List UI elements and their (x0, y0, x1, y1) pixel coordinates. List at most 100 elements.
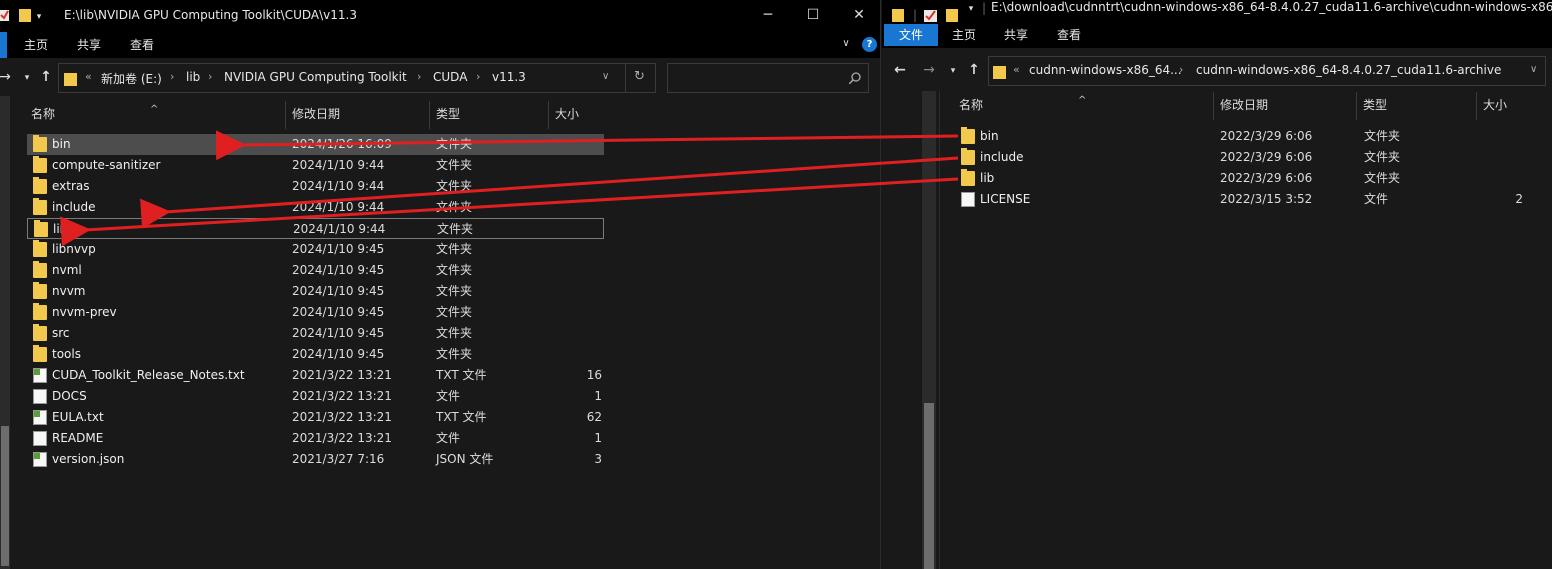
tab-view[interactable]: 查看 (117, 32, 167, 58)
file-row-version-json[interactable]: version.json 2021/3/27 7:16 JSON 文件 3 (27, 449, 604, 470)
breadcrumb-version[interactable]: v11.3 (492, 70, 526, 84)
nav-scrollbar[interactable] (0, 96, 10, 569)
file-row-nvml[interactable]: nvml 2024/1/10 9:45 文件夹 (27, 260, 604, 281)
file-row-include[interactable]: include 2022/3/29 6:06 文件夹 (953, 147, 1552, 168)
file-row-bin[interactable]: bin 2022/3/29 6:06 文件夹 (953, 126, 1552, 147)
ribbon-tabs: 文件 主页 共享 查看 (882, 24, 1552, 48)
file-row-nvvm[interactable]: nvvm 2024/1/10 9:45 文件夹 (27, 281, 604, 302)
new-folder-icon[interactable] (946, 8, 958, 23)
file-type: 文件夹 (436, 242, 473, 256)
chevron-right-icon[interactable]: › (417, 70, 421, 83)
file-row-libnvvp[interactable]: libnvvp 2024/1/10 9:45 文件夹 (27, 239, 604, 260)
file-row-eula-txt[interactable]: EULA.txt 2021/3/22 13:21 TXT 文件 62 (27, 407, 604, 428)
file-type: 文件夹 (1364, 150, 1401, 164)
breadcrumb-current[interactable]: cudnn-windows-x86_64-8.4.0.27_cuda11.6-a… (1196, 63, 1501, 77)
breadcrumb-parent[interactable]: cudnn-windows-x86_64... (1029, 63, 1182, 77)
column-type[interactable]: 类型 (1357, 92, 1477, 120)
column-date[interactable]: 修改日期 (286, 101, 430, 129)
minimize-button[interactable]: ─ (745, 0, 791, 32)
chevron-right-icon[interactable]: › (170, 70, 174, 83)
file-row-tools[interactable]: tools 2024/1/10 9:45 文件夹 (27, 344, 604, 365)
file-name: libnvvp (52, 242, 96, 256)
up-arrow-icon[interactable]: ↑ (965, 61, 983, 79)
file-type: 文件夹 (436, 305, 473, 319)
back-arrow-icon[interactable]: ← (891, 61, 909, 79)
file-icon (961, 192, 975, 207)
file-row-include[interactable]: include 2024/1/10 9:44 文件夹 (27, 197, 604, 218)
tab-view[interactable]: 查看 (1044, 24, 1094, 46)
chevron-right-icon[interactable]: › (476, 70, 480, 83)
file-type: 文件夹 (1364, 129, 1401, 143)
breadcrumb-lib[interactable]: lib (186, 70, 200, 84)
tab-file[interactable]: 文件 (884, 24, 939, 46)
address-bar[interactable]: « 新加卷 (E:) › lib › NVIDIA GPU Computing … (58, 63, 656, 93)
file-type: 文件夹 (436, 179, 473, 193)
explorer-window-cudnn: | ▾ | E:\download\cudnntrt\cudnn-windows… (882, 0, 1552, 569)
file-row-license[interactable]: LICENSE 2022/3/15 3:52 文件 2 (953, 189, 1552, 210)
file-type: 文件 (436, 389, 461, 403)
file-row-extras[interactable]: extras 2024/1/10 9:44 文件夹 (27, 176, 604, 197)
file-date: 2024/1/10 9:45 (292, 326, 385, 340)
tab-file[interactable] (0, 32, 7, 58)
close-button[interactable]: ✕ (836, 0, 880, 32)
file-type: 文件夹 (436, 137, 473, 151)
breadcrumb-nvidia[interactable]: NVIDIA GPU Computing Toolkit (224, 70, 407, 84)
file-row-cuda-toolkit-release-notes-txt[interactable]: CUDA_Toolkit_Release_Notes.txt 2021/3/22 … (27, 365, 604, 386)
address-dropdown-icon[interactable]: ∨ (1530, 64, 1537, 75)
forward-arrow-icon[interactable]: → (0, 68, 14, 86)
properties-icon[interactable] (924, 8, 937, 23)
file-row-src[interactable]: src 2024/1/10 9:45 文件夹 (27, 323, 604, 344)
breadcrumb-overflow[interactable]: « (1013, 63, 1020, 76)
column-header: 名称 ^ 修改日期 类型 大小 (953, 92, 1552, 120)
scroll-thumb[interactable] (924, 403, 934, 569)
address-dropdown-icon[interactable]: ∨ (602, 71, 609, 82)
file-row-compute-sanitizer[interactable]: compute-sanitizer 2024/1/10 9:44 文件夹 (27, 155, 604, 176)
search-box[interactable] (667, 63, 869, 93)
properties-icon[interactable] (0, 8, 9, 23)
file-name: extras (52, 179, 90, 193)
qat-dropdown-icon[interactable]: ▾ (965, 0, 977, 26)
tab-home[interactable]: 主页 (11, 32, 61, 58)
up-arrow-icon[interactable]: ↑ (37, 68, 55, 86)
file-row-lib[interactable]: lib 2022/3/29 6:06 文件夹 (953, 168, 1552, 189)
file-row-docs[interactable]: DOCS 2021/3/22 13:21 文件 1 (27, 386, 604, 407)
maximize-button[interactable]: ☐ (790, 0, 836, 32)
help-icon[interactable]: ? (862, 37, 877, 52)
column-name[interactable]: 名称 ^ (25, 101, 286, 129)
forward-arrow-icon[interactable]: → (920, 61, 938, 79)
address-bar[interactable]: « cudnn-windows-x86_64... › cudnn-window… (988, 56, 1546, 86)
breadcrumb-cuda[interactable]: CUDA (433, 70, 467, 84)
qat-dropdown-icon[interactable]: ▾ (33, 2, 45, 34)
scroll-thumb[interactable] (1, 426, 9, 566)
file-date: 2024/1/26 16:09 (292, 137, 392, 151)
file-row-readme[interactable]: README 2021/3/22 13:21 文件 1 (27, 428, 604, 449)
column-type[interactable]: 类型 (430, 101, 549, 129)
tab-home[interactable]: 主页 (939, 24, 989, 46)
sort-ascending-icon: ^ (150, 104, 159, 115)
recent-dropdown-icon[interactable]: ▾ (18, 69, 36, 87)
breadcrumb-drive[interactable]: 新加卷 (E:) (101, 70, 162, 87)
recent-dropdown-icon[interactable]: ▾ (944, 62, 962, 80)
chevron-right-icon[interactable]: › (1179, 63, 1183, 76)
column-size[interactable]: 大小 (1477, 92, 1552, 120)
file-row-nvvm-prev[interactable]: nvvm-prev 2024/1/10 9:45 文件夹 (27, 302, 604, 323)
file-date: 2024/1/10 9:45 (292, 242, 385, 256)
refresh-icon[interactable]: ↻ (634, 69, 645, 84)
tab-share[interactable]: 共享 (64, 32, 114, 58)
file-date: 2021/3/22 13:21 (292, 410, 392, 424)
file-row-lib[interactable]: lib 2024/1/10 9:44 文件夹 (27, 218, 604, 239)
column-size[interactable]: 大小 (549, 101, 605, 129)
file-date: 2022/3/15 3:52 (1220, 192, 1313, 206)
tab-share[interactable]: 共享 (991, 24, 1041, 46)
nav-scrollbar[interactable] (922, 91, 936, 569)
column-date[interactable]: 修改日期 (1214, 92, 1357, 120)
breadcrumb-overflow[interactable]: « (85, 70, 92, 83)
chevron-right-icon[interactable]: › (208, 70, 212, 83)
file-name: nvvm-prev (52, 305, 117, 319)
file-date: 2022/3/29 6:06 (1220, 129, 1313, 143)
new-folder-icon[interactable] (19, 8, 31, 23)
file-date: 2022/3/29 6:06 (1220, 150, 1313, 164)
file-type: TXT 文件 (436, 410, 487, 424)
file-row-bin[interactable]: bin 2024/1/26 16:09 文件夹 (27, 134, 604, 155)
column-name[interactable]: 名称 ^ (953, 92, 1214, 120)
